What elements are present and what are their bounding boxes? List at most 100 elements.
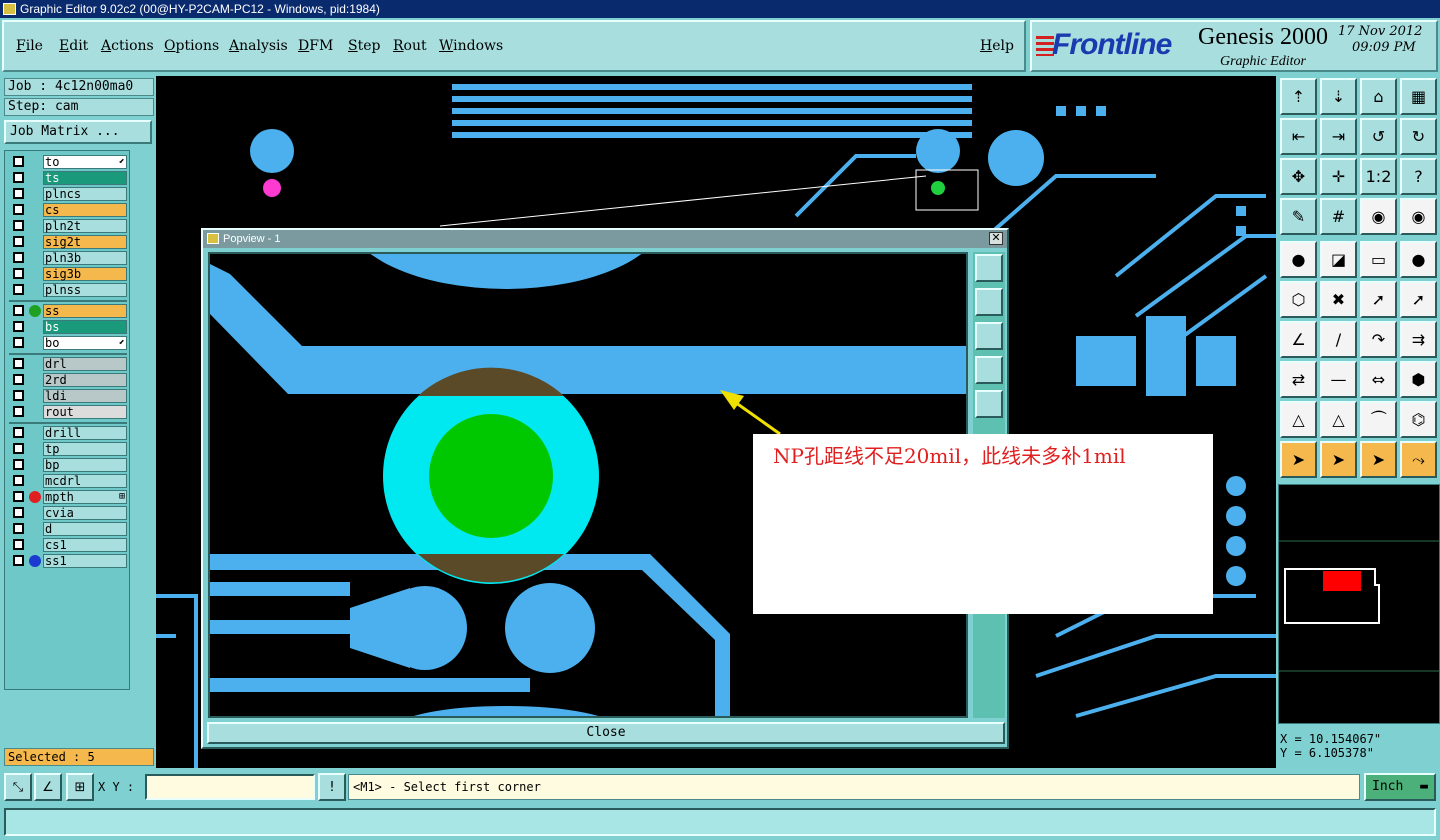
layer-row-tp[interactable]: tp	[9, 442, 127, 456]
trim-icon[interactable]: —	[1320, 361, 1357, 398]
layer-row-bo[interactable]: bo ⬋	[9, 336, 127, 350]
layer-checkbox[interactable]	[13, 321, 24, 332]
center-icon[interactable]: ✛	[1320, 158, 1357, 195]
layer-checkbox[interactable]	[13, 374, 24, 385]
polygon-icon[interactable]: ◪	[1320, 241, 1357, 278]
pads-icon[interactable]: ◉	[1360, 198, 1397, 235]
rotate-icon[interactable]: ➚	[1400, 281, 1437, 318]
layer-row-rout[interactable]: rout	[9, 405, 127, 419]
layer-name[interactable]: ss	[43, 304, 127, 318]
grid-snap-icon[interactable]: ⊞	[66, 773, 94, 801]
popview-close-icon[interactable]: ✕	[989, 232, 1003, 245]
menu-dfm[interactable]: DFM	[298, 38, 333, 54]
move-icon[interactable]: ➚	[1360, 281, 1397, 318]
scale-1-2-icon[interactable]: 1:2	[1360, 158, 1397, 195]
layer-checkbox[interactable]	[13, 337, 24, 348]
save-icon[interactable]: ⇣	[1320, 78, 1357, 115]
menu-help[interactable]: Help	[980, 38, 1014, 54]
menu-edit[interactable]: Edit	[59, 38, 88, 54]
menu-rout[interactable]: Rout	[393, 38, 427, 54]
layer-name[interactable]: ldi	[43, 389, 127, 403]
layer-checkbox[interactable]	[13, 305, 24, 316]
layer-checkbox[interactable]	[13, 172, 24, 183]
popview-titlebar[interactable]: Popview - 1 ✕	[203, 230, 1007, 248]
layer-checkbox[interactable]	[13, 390, 24, 401]
popview-zoom-icon[interactable]	[975, 254, 1003, 282]
layer-row-to[interactable]: to ⬋	[9, 155, 127, 169]
menu-options[interactable]: Options	[164, 38, 219, 54]
layer-row-mcdrl[interactable]: mcdrl	[9, 474, 127, 488]
layer-name[interactable]: drill	[43, 426, 127, 440]
layer-row-bs[interactable]: bs	[9, 320, 127, 334]
pad-select-icon[interactable]: ●	[1280, 241, 1317, 278]
layer-row-ldi[interactable]: ldi	[9, 389, 127, 403]
layer-row-pln2t[interactable]: pln2t	[9, 219, 127, 233]
layer-checkbox[interactable]	[13, 220, 24, 231]
layer-row-cs1[interactable]: cs1	[9, 538, 127, 552]
layer-name[interactable]: plnss	[43, 283, 127, 297]
layer-name[interactable]: mcdrl	[43, 474, 127, 488]
layer-row-pln3b[interactable]: pln3b	[9, 251, 127, 265]
layer-name[interactable]: 2rd	[43, 373, 127, 387]
flip-icon[interactable]: ⇉	[1400, 321, 1437, 358]
popview-close-button[interactable]: Close	[207, 722, 1005, 744]
layer-checkbox[interactable]	[13, 443, 24, 454]
layer-checkbox[interactable]	[13, 507, 24, 518]
layer-name[interactable]: bs	[43, 320, 127, 334]
spacing-icon[interactable]: ⇔	[1360, 361, 1397, 398]
layer-row-plnss[interactable]: plnss	[9, 283, 127, 297]
layer-name[interactable]: sig3b	[43, 267, 127, 281]
job-matrix-button[interactable]: Job Matrix ...	[4, 120, 152, 144]
connect-icon[interactable]: ⬡	[1280, 281, 1317, 318]
layer-name[interactable]: tp	[43, 442, 127, 456]
layer-checkbox[interactable]	[13, 236, 24, 247]
layer-name[interactable]: ss1	[43, 554, 127, 568]
menu-analysis[interactable]: Analysis	[229, 38, 288, 54]
measure-icon[interactable]: ✎	[1280, 198, 1317, 235]
layer-row-cs[interactable]: cs	[9, 203, 127, 217]
ruler-icon[interactable]: ▭	[1360, 241, 1397, 278]
menu-file[interactable]: File	[16, 38, 43, 54]
layer-row-drill[interactable]: drill	[9, 426, 127, 440]
home-icon[interactable]: ⌂	[1360, 78, 1397, 115]
redo-icon[interactable]: ↻	[1400, 118, 1437, 155]
cross-icon[interactable]: ✖	[1320, 281, 1357, 318]
popview-pan-left-icon[interactable]	[975, 356, 1003, 384]
popview-pan-up-icon[interactable]	[975, 288, 1003, 316]
layer-row-ts[interactable]: ts	[9, 171, 127, 185]
layer-checkbox[interactable]	[13, 475, 24, 486]
layer-name[interactable]: cvia	[43, 506, 127, 520]
layer-checkbox[interactable]	[13, 204, 24, 215]
snap-diagonal-icon[interactable]: ⤡	[4, 773, 32, 801]
import-icon[interactable]: ⇤	[1280, 118, 1317, 155]
layer-name[interactable]: plncs	[43, 187, 127, 201]
menu-actions[interactable]: Actions	[101, 38, 154, 54]
line-icon[interactable]: /	[1320, 321, 1357, 358]
xy-input[interactable]	[145, 774, 315, 800]
layer-name[interactable]: sig2t	[43, 235, 127, 249]
layer-checkbox[interactable]	[13, 459, 24, 470]
zoom-window-icon[interactable]: ▦	[1400, 78, 1437, 115]
select-box-icon[interactable]: ➤	[1320, 441, 1357, 478]
layer-checkbox[interactable]	[13, 284, 24, 295]
layer-checkbox[interactable]	[13, 427, 24, 438]
layer-name[interactable]: ts	[43, 171, 127, 185]
layer-name[interactable]: bo	[43, 336, 127, 350]
layer-checkbox[interactable]	[13, 555, 24, 566]
layer-checkbox[interactable]	[13, 156, 24, 167]
help-icon[interactable]: ?	[1400, 158, 1437, 195]
layer-row-ss1[interactable]: ss1	[9, 554, 127, 568]
layer-checkbox[interactable]	[13, 406, 24, 417]
merge-icon[interactable]: ⬢	[1400, 361, 1437, 398]
undo-icon[interactable]: ↺	[1360, 118, 1397, 155]
layer-row-sig2t[interactable]: sig2t	[9, 235, 127, 249]
select-icon[interactable]: ➤	[1280, 441, 1317, 478]
popview-pan-down-icon[interactable]	[975, 322, 1003, 350]
menu-step[interactable]: Step	[348, 38, 380, 54]
layer-name[interactable]: pln3b	[43, 251, 127, 265]
select-net-icon[interactable]: ⤳	[1400, 441, 1437, 478]
layer-name[interactable]: rout	[43, 405, 127, 419]
arc-cross-icon[interactable]: ⌬	[1400, 401, 1437, 438]
layer-row-drl[interactable]: drl	[9, 357, 127, 371]
layer-row-2rd[interactable]: 2rd	[9, 373, 127, 387]
